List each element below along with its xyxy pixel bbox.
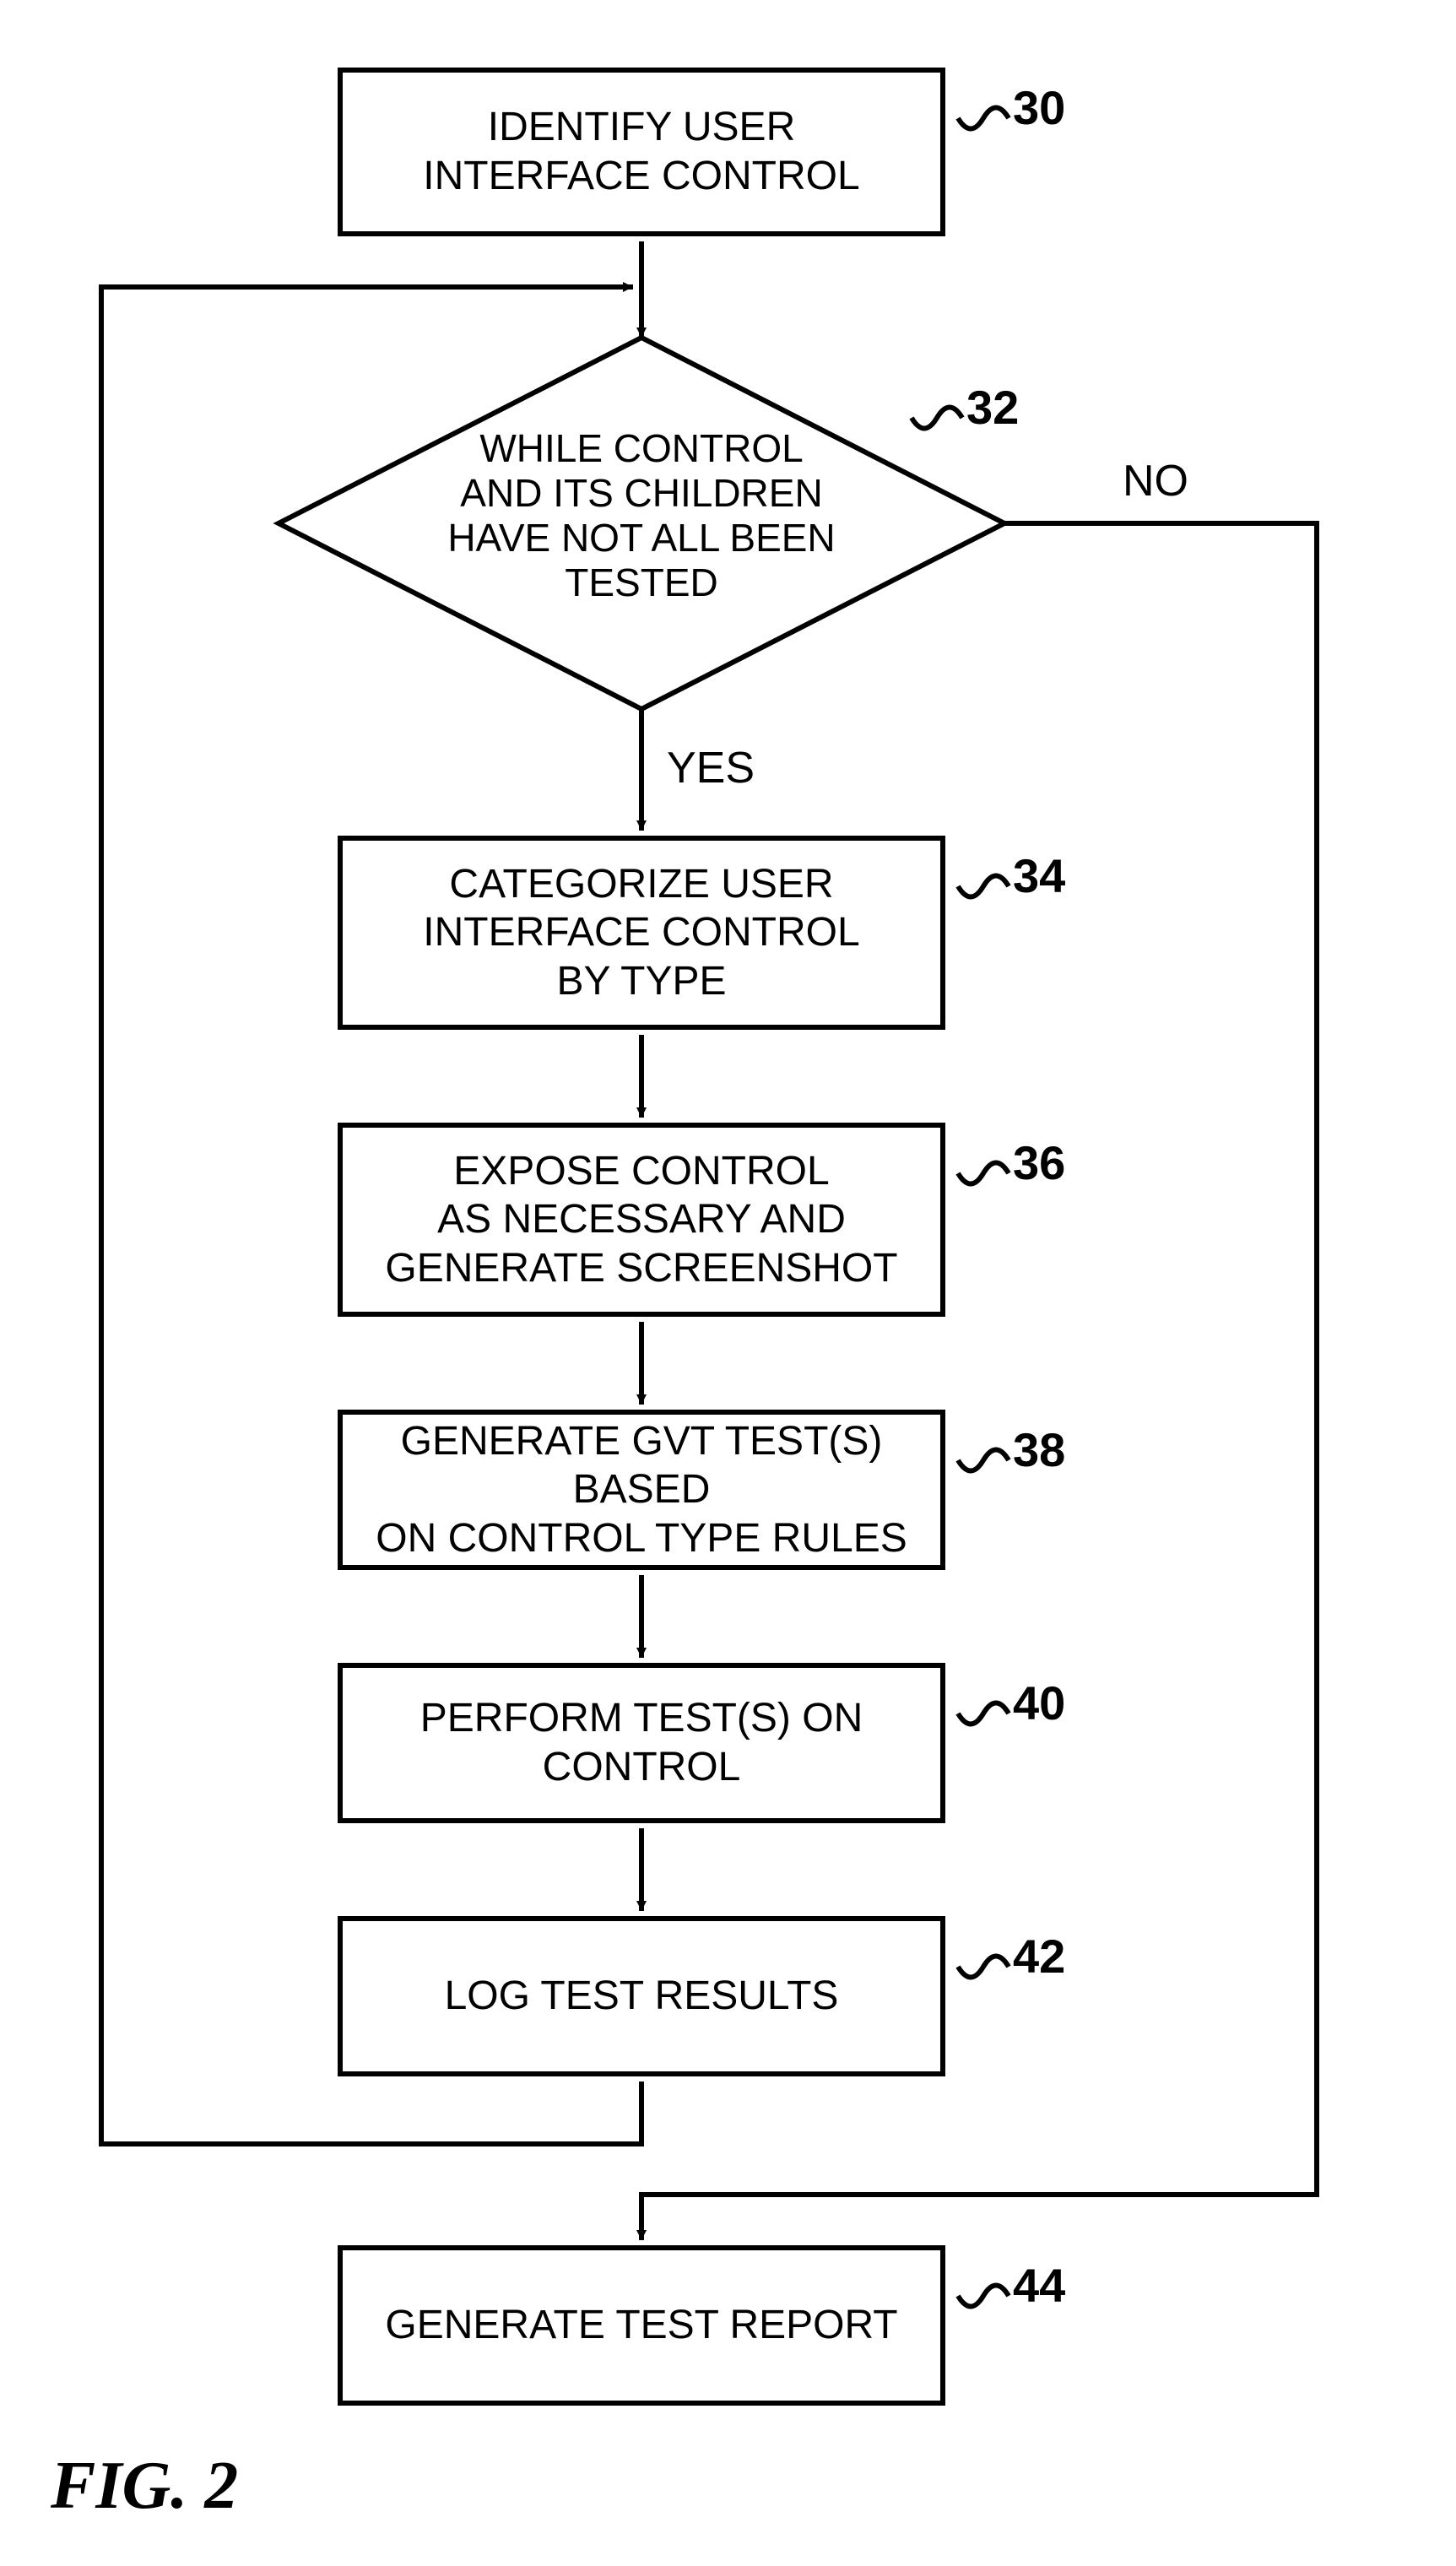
step-38-num: 38 xyxy=(1013,1422,1065,1477)
step-34-box: CATEGORIZE USER INTERFACE CONTROL BY TYP… xyxy=(338,836,945,1030)
step-38-box: GENERATE GVT TEST(S) BASED ON CONTROL TY… xyxy=(338,1410,945,1570)
step-32-num: 32 xyxy=(966,380,1019,435)
step-44-num: 44 xyxy=(1013,2258,1065,2313)
flowchart-canvas: WHILE CONTROL AND ITS CHILDREN HAVE NOT … xyxy=(0,0,1456,2566)
step-36-num: 36 xyxy=(1013,1135,1065,1190)
step-40-num: 40 xyxy=(1013,1675,1065,1730)
figure-caption: FIG. 2 xyxy=(51,2448,238,2525)
label-yes: YES xyxy=(667,743,755,793)
step-32-decision: WHILE CONTROL AND ITS CHILDREN HAVE NOT … xyxy=(422,426,861,605)
step-40-box: PERFORM TEST(S) ON CONTROL xyxy=(338,1663,945,1823)
step-42-box: LOG TEST RESULTS xyxy=(338,1916,945,2076)
step-30-num: 30 xyxy=(1013,80,1065,135)
step-44-box: GENERATE TEST REPORT xyxy=(338,2245,945,2406)
step-42-num: 42 xyxy=(1013,1929,1065,1984)
step-34-num: 34 xyxy=(1013,848,1065,903)
step-36-box: EXPOSE CONTROL AS NECESSARY AND GENERATE… xyxy=(338,1123,945,1317)
label-no: NO xyxy=(1123,456,1188,506)
step-30-box: IDENTIFY USER INTERFACE CONTROL xyxy=(338,68,945,236)
